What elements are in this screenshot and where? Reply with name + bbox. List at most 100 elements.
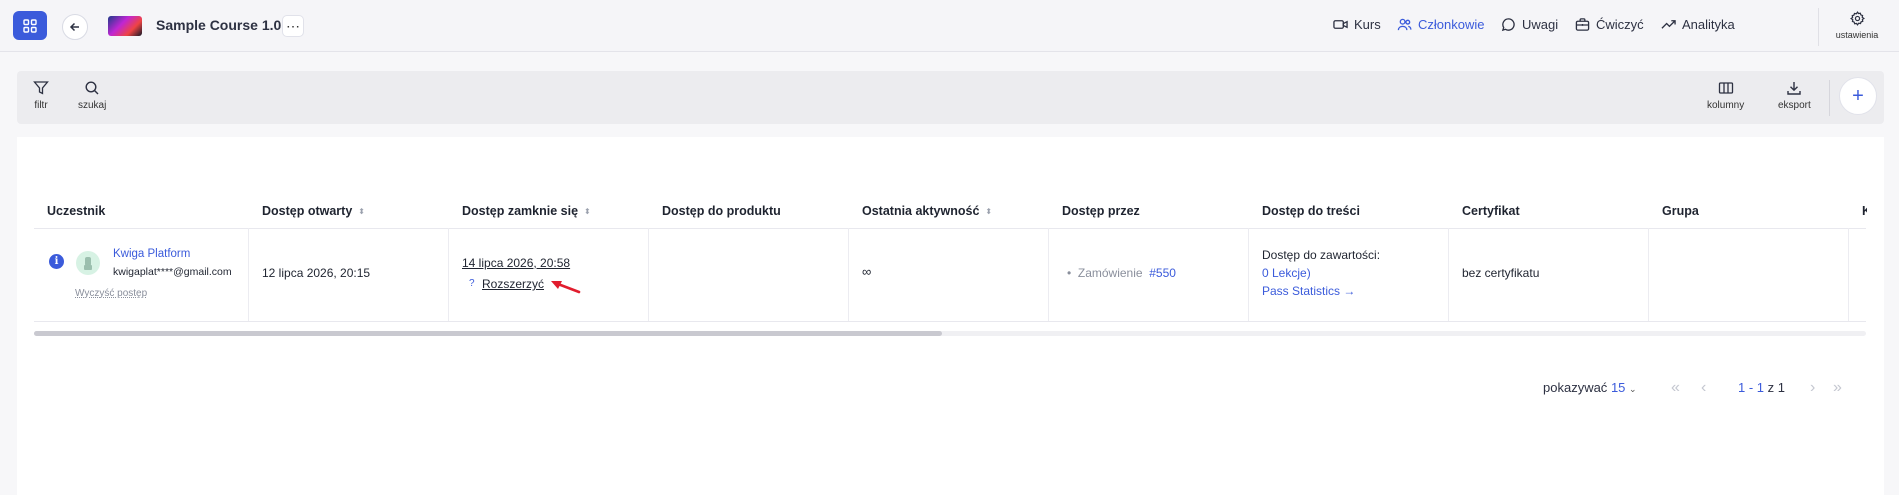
- filter-button[interactable]: filtr: [33, 80, 49, 111]
- access-closes-value[interactable]: 14 lipca 2026, 20:58: [462, 256, 570, 270]
- nav-analityka-label: Analityka: [1682, 17, 1735, 32]
- comment-icon: [1501, 18, 1515, 32]
- page-range: 1 - 1 z 1: [1738, 380, 1785, 395]
- page-size-value: 15: [1610, 380, 1626, 395]
- nav-kurs-label: Kurs: [1354, 17, 1381, 32]
- extend-help-icon[interactable]: ?: [469, 278, 475, 289]
- annotation-arrow-icon: [551, 281, 581, 294]
- video-icon: [1333, 20, 1348, 29]
- back-button[interactable]: [62, 14, 88, 40]
- column-divider: [1848, 228, 1849, 321]
- settings-label: ustawienia: [1835, 30, 1879, 40]
- content-access-title: Dostęp do zawartości:: [1262, 248, 1381, 262]
- nav-cwiczyc[interactable]: Ćwiczyć: [1575, 17, 1644, 32]
- column-divider: [1648, 228, 1649, 321]
- filter-icon: [33, 81, 49, 95]
- column-header-access-closes[interactable]: Dostęp zamknie się ⬍: [462, 204, 591, 218]
- nav-cwiczyc-label: Ćwiczyć: [1596, 17, 1644, 32]
- more-options-button[interactable]: ⋯: [282, 15, 304, 37]
- columns-icon: [1718, 82, 1733, 94]
- member-name-link[interactable]: Kwiga Platform: [113, 248, 190, 260]
- page-total: 1: [1777, 380, 1785, 395]
- column-header-last-activity[interactable]: Ostatnia aktywność ⬍: [862, 204, 992, 218]
- search-icon: [85, 81, 99, 95]
- extend-access-link[interactable]: Rozszerzyć: [482, 277, 544, 291]
- column-header-truncated[interactable]: K: [1862, 204, 1867, 218]
- column-header-group[interactable]: Grupa: [1662, 204, 1699, 218]
- column-header-participant[interactable]: Uczestnik: [47, 204, 105, 218]
- download-icon: [1787, 82, 1802, 95]
- page-size-selector[interactable]: pokazywać 15 ⌄: [1543, 380, 1637, 395]
- column-divider: [848, 228, 849, 321]
- export-label: eksport: [1778, 100, 1811, 111]
- column-header-certificate[interactable]: Certyfikat: [1462, 204, 1520, 218]
- column-header-content-access[interactable]: Dostęp do treści: [1262, 204, 1360, 218]
- column-divider: [248, 228, 249, 321]
- content-access-lessons-link[interactable]: 0 Lekcje): [1262, 266, 1311, 280]
- settings-button[interactable]: ustawienia: [1832, 11, 1882, 40]
- column-header-label: K: [1862, 204, 1867, 218]
- columns-button[interactable]: kolumny: [1707, 80, 1744, 111]
- column-header-label: Dostęp przez: [1062, 204, 1140, 218]
- last-activity-value: ∞: [862, 264, 872, 279]
- column-header-label: Dostęp do treści: [1262, 204, 1360, 218]
- prev-page-icon[interactable]: ‹: [1701, 379, 1706, 397]
- order-prefix: Zamówienie: [1077, 266, 1143, 280]
- toolbar-divider: [1829, 80, 1830, 116]
- columns-label: kolumny: [1707, 100, 1745, 111]
- next-page-icon[interactable]: ›: [1810, 379, 1815, 397]
- column-divider: [448, 228, 449, 321]
- nav-analityka[interactable]: Analityka: [1661, 17, 1735, 32]
- sort-icon[interactable]: ⬍: [584, 207, 591, 216]
- certificate-value: bez certyfikatu: [1462, 266, 1540, 280]
- add-member-button[interactable]: +: [1839, 77, 1877, 115]
- grid-icon: [23, 18, 37, 33]
- nav-uwagi[interactable]: Uwagi: [1501, 17, 1558, 32]
- nav-kurs[interactable]: Kurs: [1333, 17, 1381, 32]
- course-title: Sample Course 1.0: [156, 17, 282, 33]
- members-table-panel: Uczestnik Dostęp otwarty ⬍ Dostęp zamknie…: [17, 137, 1884, 495]
- pass-statistics-link[interactable]: Pass Statistics →: [1262, 284, 1355, 298]
- column-header-product-access[interactable]: Dostęp do produktu: [662, 204, 781, 218]
- nav-czlonkowie-label: Członkowie: [1418, 17, 1485, 32]
- gear-icon: [1849, 11, 1865, 26]
- info-icon[interactable]: i: [49, 254, 64, 269]
- users-icon: [1397, 18, 1412, 31]
- apps-grid-button[interactable]: [13, 11, 47, 40]
- column-divider: [1448, 228, 1449, 321]
- column-header-label: Grupa: [1662, 204, 1699, 218]
- briefcase-icon: [1575, 18, 1590, 31]
- arrow-left-icon: [69, 22, 79, 32]
- horizontal-scrollbar[interactable]: [34, 331, 1866, 336]
- access-via: • Zamówienie #550: [1067, 266, 1176, 280]
- top-bar: Sample Course 1.0 ⋯ Kurs Członkowie Uwag…: [0, 0, 1899, 52]
- search-button[interactable]: szukaj: [78, 80, 106, 111]
- column-header-access-via[interactable]: Dostęp przez: [1062, 204, 1140, 218]
- first-page-icon[interactable]: «: [1671, 379, 1680, 397]
- nav-czlonkowie[interactable]: Członkowie: [1397, 17, 1484, 32]
- column-header-label: Ostatnia aktywność: [862, 204, 980, 218]
- course-thumbnail: [108, 16, 142, 36]
- column-header-label: Dostęp otwarty: [262, 204, 353, 218]
- bullet: •: [1067, 266, 1078, 280]
- chevron-down-icon: ⌄: [1629, 384, 1637, 394]
- last-page-icon[interactable]: »: [1833, 379, 1842, 397]
- column-header-label: Certyfikat: [1462, 204, 1520, 218]
- nav-uwagi-label: Uwagi: [1522, 17, 1559, 32]
- scrollbar-thumb[interactable]: [34, 331, 942, 336]
- sort-icon[interactable]: ⬍: [358, 207, 365, 216]
- member-email: kwigaplat****@gmail.com: [113, 266, 232, 278]
- clear-progress-link[interactable]: Wyczyść postęp: [75, 288, 147, 299]
- page-range-value: 1 - 1: [1738, 380, 1765, 395]
- export-button[interactable]: eksport: [1778, 80, 1811, 111]
- access-opened-value: 12 lipca 2026, 20:15: [262, 266, 371, 280]
- column-header-label: Dostęp do produktu: [662, 204, 781, 218]
- column-header-label: Uczestnik: [47, 204, 106, 218]
- sort-icon[interactable]: ⬍: [985, 207, 992, 216]
- column-divider: [648, 228, 649, 321]
- header-divider: [34, 228, 1866, 229]
- order-link[interactable]: #550: [1149, 266, 1176, 280]
- trend-icon: [1661, 20, 1676, 29]
- top-divider: [1818, 8, 1819, 46]
- column-header-access-opened[interactable]: Dostęp otwarty ⬍: [262, 204, 365, 218]
